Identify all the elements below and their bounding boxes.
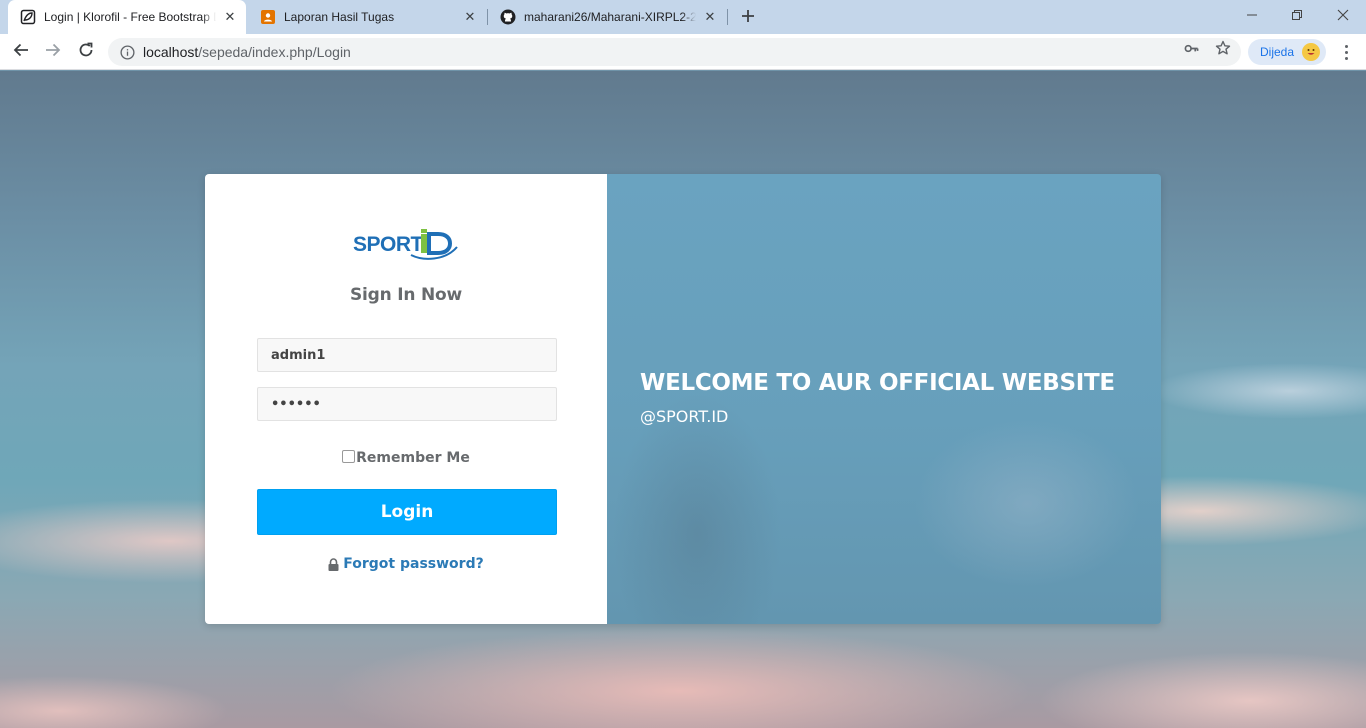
welcome-panel: WELCOME TO AUR OFFICIAL WEBSITE @SPORT.I…	[607, 174, 1161, 624]
login-panel: SPORT Sign In Now admin1 •••••• Remember…	[205, 174, 607, 624]
forgot-password-link[interactable]: Forgot password?	[205, 556, 607, 572]
lock-icon	[328, 557, 340, 571]
close-window-button[interactable]	[1320, 0, 1366, 30]
tab-title: maharani26/Maharani-XIRPL2-22	[524, 10, 696, 24]
emoji-avatar-icon	[1302, 43, 1320, 61]
arrow-right-icon	[45, 42, 61, 63]
tab-github[interactable]: maharani26/Maharani-XIRPL2-22 ✕	[488, 0, 726, 34]
tab-strip: Login | Klorofil - Free Bootstrap Dashbo…	[0, 0, 1366, 34]
classroom-icon	[260, 9, 276, 25]
new-tab-button[interactable]	[737, 5, 759, 27]
back-button[interactable]	[7, 38, 35, 66]
login-card: SPORT Sign In Now admin1 •••••• Remember…	[205, 174, 1161, 624]
leaf-document-icon	[20, 9, 36, 25]
remember-me-row: Remember Me	[205, 449, 607, 466]
star-icon[interactable]	[1215, 40, 1231, 56]
forward-button[interactable]	[39, 38, 67, 66]
key-icon[interactable]	[1183, 40, 1199, 56]
kebab-menu-icon[interactable]	[1338, 41, 1354, 63]
password-input[interactable]: ••••••	[257, 387, 557, 421]
welcome-title: WELCOME TO AUR OFFICIAL WEBSITE	[640, 370, 1115, 396]
restore-window-button[interactable]	[1274, 0, 1320, 30]
arrow-left-icon	[13, 42, 29, 63]
signin-heading: Sign In Now	[349, 285, 463, 305]
tab-title: Laporan Hasil Tugas	[284, 10, 456, 24]
profile-button[interactable]: Dijeda	[1248, 39, 1326, 65]
remember-me-label[interactable]: Remember Me	[356, 450, 470, 466]
browser-toolbar: localhost/sepeda/index.php/Login Dijeda	[0, 34, 1366, 70]
close-tab-icon[interactable]: ✕	[702, 9, 718, 25]
tab-divider	[727, 9, 728, 25]
tab-login[interactable]: Login | Klorofil - Free Bootstrap Dashbo…	[8, 0, 246, 34]
url-path: /sepeda/index.php/Login	[198, 44, 351, 60]
github-icon	[500, 9, 516, 25]
remember-me-checkbox[interactable]	[342, 449, 356, 463]
reload-icon	[78, 42, 94, 63]
svg-text:SPORT: SPORT	[353, 233, 424, 256]
tab-title: Login | Klorofil - Free Bootstrap Dashbo…	[44, 10, 216, 24]
address-bar[interactable]: localhost/sepeda/index.php/Login	[108, 38, 1241, 66]
sport-id-logo: SPORT	[353, 225, 461, 261]
tab-laporan[interactable]: Laporan Hasil Tugas ✕	[248, 0, 486, 34]
login-button[interactable]: Login	[257, 489, 557, 535]
url-text: localhost/sepeda/index.php/Login	[143, 44, 351, 60]
page-background: SPORT Sign In Now admin1 •••••• Remember…	[0, 71, 1366, 728]
username-input[interactable]: admin1	[257, 338, 557, 372]
close-tab-icon[interactable]: ✕	[462, 9, 478, 25]
url-host: localhost	[143, 44, 199, 60]
close-tab-icon[interactable]: ✕	[222, 9, 238, 25]
minimize-window-button[interactable]	[1229, 0, 1275, 30]
profile-label: Dijeda	[1260, 45, 1295, 59]
welcome-subtitle: @SPORT.ID	[640, 407, 729, 426]
info-icon[interactable]	[119, 44, 135, 60]
reload-button[interactable]	[72, 38, 100, 66]
forgot-password-label[interactable]: Forgot password?	[343, 556, 483, 572]
